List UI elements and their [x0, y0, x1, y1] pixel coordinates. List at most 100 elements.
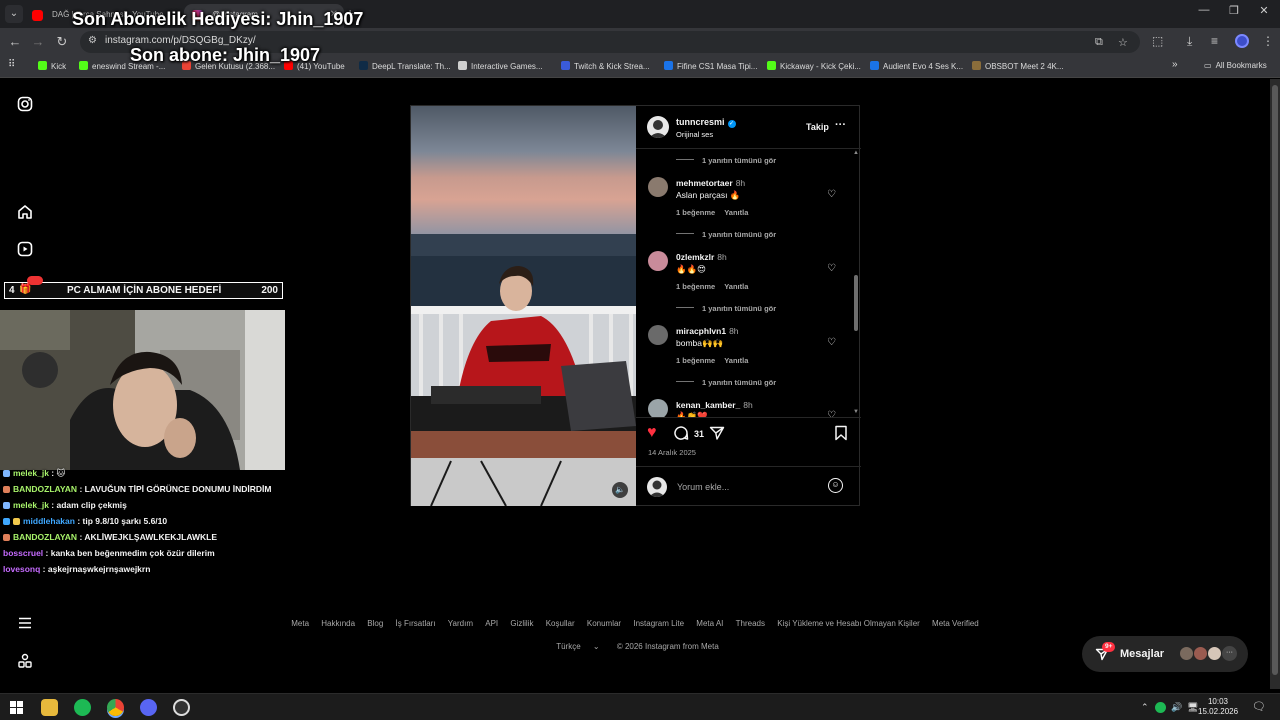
comment-username[interactable]: mehmetortaer 8h [676, 178, 745, 188]
network-icon[interactable]: 🖥 [1187, 702, 1198, 713]
footer-link[interactable]: Koşullar [546, 619, 575, 628]
commenter-avatar[interactable] [648, 177, 668, 197]
install-app-icon[interactable]: ⧉ [1095, 36, 1103, 49]
comment-username[interactable]: kenan_kamber_ 8h [676, 400, 753, 410]
speaker-icon[interactable]: 🔊 [1171, 702, 1182, 713]
chrome-icon[interactable] [107, 699, 124, 716]
media-control-icon[interactable]: ≡ [1211, 34, 1218, 48]
tab-search-button[interactable]: ⌄ [5, 5, 23, 23]
view-replies-button[interactable]: 1 yanıtın tümünü gör [676, 304, 776, 313]
footer-link[interactable]: Instagram Lite [633, 619, 684, 628]
follow-button[interactable]: Takip [806, 122, 829, 132]
comment-username[interactable]: 0zlemkzlr 8h [676, 252, 727, 262]
reels-icon[interactable] [16, 241, 34, 259]
bookmark-item[interactable]: DeepL Translate: Th... [359, 61, 451, 71]
comments-scrollbar[interactable]: ▲ ▼ [851, 150, 861, 417]
view-replies-button[interactable]: 1 yanıtın tümünü gör [676, 156, 776, 165]
view-replies-button[interactable]: 1 yanıtın tümünü gör [676, 378, 776, 387]
footer-link[interactable]: Kişi Yükleme ve Hesabı Olmayan Kişiler [777, 619, 920, 628]
bookmark-star-icon[interactable]: ☆ [1118, 36, 1128, 49]
bookmark-item[interactable]: OBSBOT Meet 2 4K... [972, 61, 1064, 71]
back-icon[interactable]: ← [6, 34, 24, 49]
author-username[interactable]: tunncresmi ✓ [676, 117, 736, 128]
discord-icon[interactable] [140, 699, 157, 716]
also-from-meta-icon[interactable] [16, 653, 34, 671]
like-comment-icon[interactable]: ♡ [827, 189, 836, 200]
home-icon[interactable] [16, 204, 34, 222]
scrollbar-thumb[interactable] [854, 275, 858, 331]
mute-icon[interactable]: 🔈 [612, 482, 628, 498]
instagram-logo-icon[interactable] [16, 96, 34, 114]
system-clock[interactable]: 10:03 15.02.2026 [1198, 697, 1238, 717]
windows-start-icon[interactable] [8, 699, 25, 716]
comment-input-area[interactable]: Yorum ekle... ☺ [636, 466, 861, 506]
footer-link[interactable]: İş Fırsatları [396, 619, 436, 628]
footer-link[interactable]: Konumlar [587, 619, 621, 628]
language-select[interactable]: Türkçe ⌄ [551, 642, 604, 651]
extensions-icon[interactable]: ⬚ [1152, 34, 1163, 48]
comment-likes[interactable]: 1 beğenme [676, 356, 715, 365]
reply-button[interactable]: Yanıtla [724, 356, 748, 365]
messages-button[interactable]: 9+ Mesajlar ··· [1082, 636, 1248, 672]
comment-username[interactable]: miracphlvn1 8h [676, 326, 739, 336]
bookmark-item[interactable]: Interactive Games... [458, 61, 543, 71]
commenter-avatar[interactable] [648, 399, 668, 417]
reload-icon[interactable]: ↻ [53, 34, 71, 50]
bookmark-item[interactable]: Fifine CS1 Masa Tipi... [664, 61, 757, 71]
post-video[interactable]: 🔈 [411, 106, 636, 506]
comment-likes[interactable]: 1 beğenme [676, 282, 715, 291]
obs-icon[interactable] [173, 699, 190, 716]
tray-spotify-icon[interactable] [1155, 702, 1166, 713]
apps-icon[interactable]: ⠿ [8, 59, 15, 70]
comment-likes[interactable]: 1 beğenme [676, 208, 715, 217]
footer-link[interactable]: Meta Verified [932, 619, 979, 628]
all-bookmarks-button[interactable]: ▭ All Bookmarks [1204, 61, 1267, 70]
save-bookmark-icon[interactable] [834, 425, 848, 446]
like-comment-icon[interactable]: ♡ [827, 263, 836, 274]
spotify-icon[interactable] [74, 699, 91, 716]
footer-link[interactable]: Yardım [448, 619, 473, 628]
commenter-avatar[interactable] [648, 325, 668, 345]
footer-link[interactable]: Gizlilik [510, 619, 533, 628]
bookmark-item[interactable]: Twitch & Kick Strea... [561, 61, 650, 71]
like-comment-icon[interactable]: ♡ [827, 410, 836, 417]
reply-button[interactable]: Yanıtla [724, 282, 748, 291]
footer-link[interactable]: API [485, 619, 498, 628]
bookmark-item[interactable]: Kickaway - Kick Çeki... [767, 61, 861, 71]
downloads-icon[interactable]: ⤓ [1187, 34, 1192, 49]
footer-link[interactable]: Blog [367, 619, 383, 628]
footer-link[interactable]: Meta AI [696, 619, 723, 628]
author-avatar[interactable] [647, 116, 669, 138]
site-info-icon[interactable]: ⚙ [88, 35, 97, 46]
forward-icon[interactable]: → [29, 34, 47, 49]
bookmark-item[interactable]: Audient Evo 4 Ses K... [870, 61, 963, 71]
minimize-button[interactable]: — [1187, 4, 1221, 16]
like-heart-icon[interactable]: ♥ [647, 424, 657, 442]
more-options-icon[interactable]: ··· [835, 119, 846, 131]
footer-link[interactable]: Meta [291, 619, 309, 628]
bookmark-item[interactable]: Kick [38, 61, 66, 71]
like-comment-icon[interactable]: ♡ [827, 337, 836, 348]
notifications-icon[interactable]: 🗨 [1252, 700, 1266, 713]
reply-button[interactable]: Yanıtla [724, 208, 748, 217]
restore-button[interactable]: ❐ [1217, 4, 1251, 17]
profile-avatar[interactable] [1235, 34, 1249, 48]
scroll-up-icon[interactable]: ▲ [853, 150, 859, 156]
more-bookmarks-button[interactable]: » [1172, 59, 1178, 70]
page-scrollbar-thumb[interactable] [1272, 85, 1278, 675]
audio-label[interactable]: Orijinal ses [676, 130, 713, 139]
emoji-icon[interactable]: ☺ [828, 478, 843, 493]
menu-icon[interactable]: ⋮ [1262, 34, 1274, 48]
tray-chevron-icon[interactable]: ⌃ [1141, 702, 1149, 713]
page-scrollbar[interactable] [1270, 79, 1280, 689]
close-window-button[interactable]: ✕ [1247, 4, 1280, 17]
comment-icon[interactable] [673, 425, 689, 446]
view-replies-button[interactable]: 1 yanıtın tümünü gör [676, 230, 776, 239]
comment-input[interactable]: Yorum ekle... [677, 482, 729, 492]
footer-link[interactable]: Hakkında [321, 619, 355, 628]
file-explorer-icon[interactable] [41, 699, 58, 716]
share-icon[interactable] [709, 425, 725, 446]
footer-link[interactable]: Threads [736, 619, 765, 628]
scroll-down-icon[interactable]: ▼ [853, 409, 859, 415]
commenter-avatar[interactable] [648, 251, 668, 271]
